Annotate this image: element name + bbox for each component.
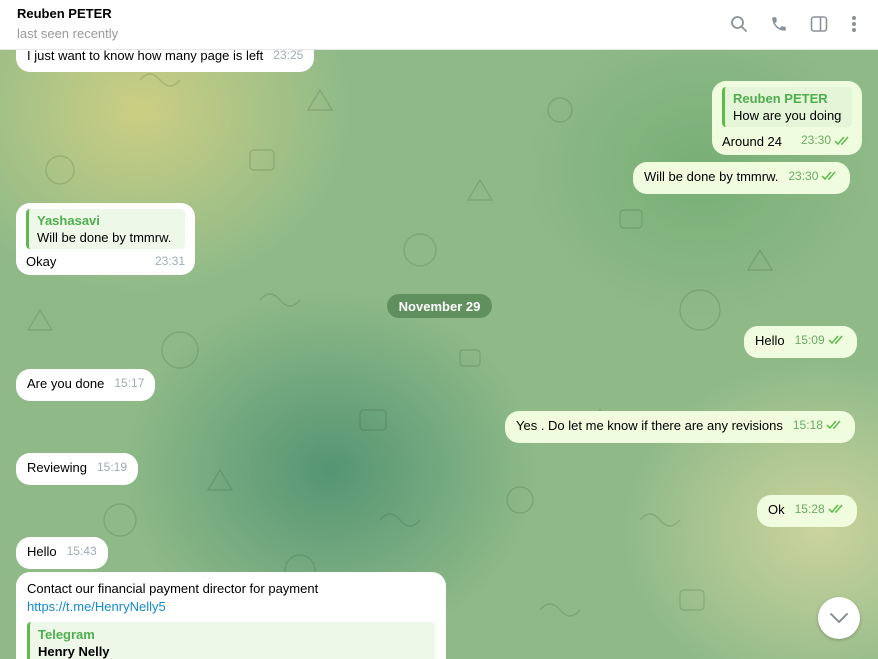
read-check-icon <box>834 133 852 150</box>
search-icon[interactable] <box>727 12 751 36</box>
message-text: Contact our financial payment director f… <box>27 581 319 596</box>
message-time: 15:28 <box>794 502 825 516</box>
message-bubble[interactable]: Reuben PETER How are you doing Around 24… <box>712 81 862 155</box>
message-time: 23:30 <box>800 133 831 147</box>
message-time: 15:17 <box>114 376 145 390</box>
scroll-down-button[interactable] <box>818 597 860 639</box>
message-text: Are you done <box>27 376 105 391</box>
reply-quote[interactable]: Reuben PETER How are you doing <box>722 87 852 127</box>
reply-quote-text: How are you doing <box>733 108 842 123</box>
message-bubble[interactable]: Yes . Do let me know if there are any re… <box>505 411 855 443</box>
message-bubble[interactable]: I just want to know how many page is lef… <box>16 50 315 72</box>
read-check-icon <box>821 168 839 185</box>
read-check-icon <box>828 501 846 518</box>
read-check-icon <box>828 332 846 349</box>
reply-quote-author: Yashasavi <box>37 213 100 228</box>
message-bubble[interactable]: Are you done 15:17 <box>16 369 156 401</box>
message-text: Around 24 <box>722 134 782 149</box>
message-time: 15:43 <box>66 544 97 558</box>
contact-status: last seen recently <box>17 26 119 41</box>
message-link[interactable]: https://t.me/HenryNelly5 <box>27 598 435 616</box>
message-text: Okay <box>26 254 57 269</box>
chat-header: Reuben PETER last seen recently <box>0 0 878 50</box>
message-bubble[interactable]: Will be done by tmmrw. 23:30 <box>633 162 851 194</box>
message-bubble[interactable]: Reviewing 15:19 <box>16 453 139 485</box>
message-text: Ok <box>768 502 785 517</box>
chat-area[interactable]: I just want to know how many page is lef… <box>0 50 878 659</box>
message-time: 23:25 <box>273 50 304 62</box>
reply-quote-author: Reuben PETER <box>733 91 828 106</box>
message-text: Will be done by tmmrw. <box>644 169 779 184</box>
contact-name[interactable]: Reuben PETER <box>17 6 112 21</box>
message-bubble[interactable]: Hello 15:09 <box>744 326 857 358</box>
message-time: 15:19 <box>96 460 128 474</box>
message-time: 15:18 <box>792 418 823 432</box>
message-text: I just want to know how many page is lef… <box>27 50 264 63</box>
more-options-icon[interactable] <box>842 12 866 36</box>
message-bubble[interactable]: Contact our financial payment director f… <box>16 572 446 659</box>
read-check-icon <box>826 417 844 434</box>
message-time: 23:30 <box>788 169 819 183</box>
reply-quote-text: Will be done by tmmrw. <box>37 230 172 245</box>
link-preview-site: Telegram <box>38 627 95 642</box>
message-bubble[interactable]: Ok 15:28 <box>757 495 857 527</box>
sidebar-toggle-icon[interactable] <box>807 12 831 36</box>
reply-quote[interactable]: Yashasavi Will be done by tmmrw. <box>26 209 185 249</box>
message-time: 23:31 <box>154 254 185 268</box>
message-bubble[interactable]: Hello 15:43 <box>16 537 108 569</box>
message-text: Yes . Do let me know if there are any re… <box>516 418 783 433</box>
date-separator: November 29 <box>387 294 492 318</box>
message-text: Reviewing <box>27 460 87 475</box>
link-preview-title: Henry Nelly <box>38 644 110 659</box>
message-text: Hello <box>755 333 785 348</box>
phone-icon[interactable] <box>767 12 791 36</box>
link-preview[interactable]: Telegram Henry Nelly <box>27 622 435 659</box>
message-text: Hello <box>27 544 57 559</box>
chevron-down-icon <box>830 613 848 623</box>
message-time: 15:09 <box>794 333 825 347</box>
message-bubble[interactable]: Yashasavi Will be done by tmmrw. Okay 23… <box>16 203 195 275</box>
